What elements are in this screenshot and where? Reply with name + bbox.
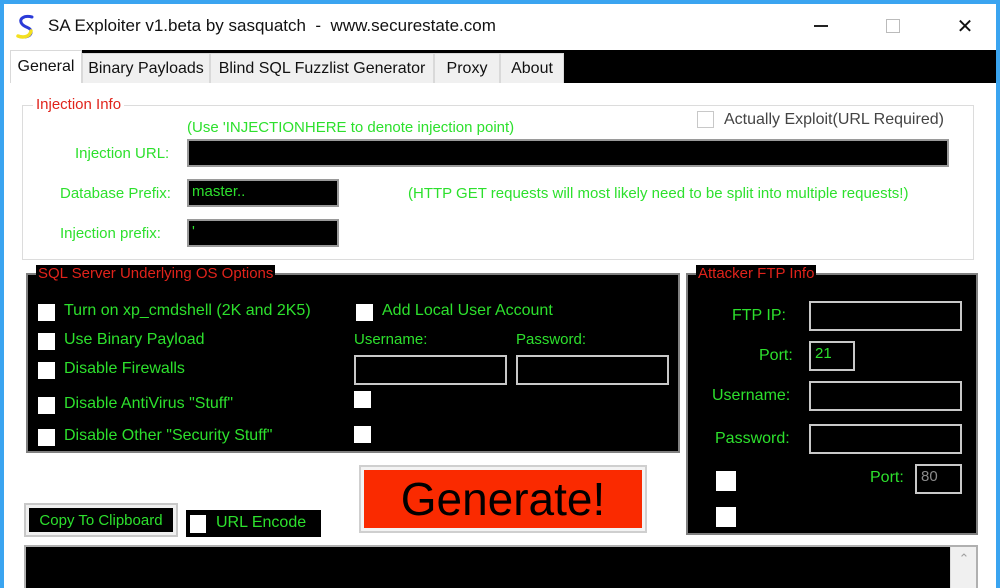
ftp-option-checkbox-1[interactable]: [716, 471, 736, 491]
disable-security-label: Disable Other "Security Stuff": [64, 427, 273, 444]
tab-about[interactable]: About: [500, 53, 564, 83]
url-encode-control: URL Encode: [186, 510, 321, 537]
ftp-ip-label: FTP IP:: [732, 307, 786, 324]
minimize-button[interactable]: [798, 10, 844, 42]
injection-hint: (Use 'INJECTIONHERE to denote injection …: [187, 119, 515, 136]
xp-cmdshell-checkbox[interactable]: [38, 304, 55, 321]
disable-antivirus-checkbox[interactable]: [38, 397, 55, 414]
injection-prefix-label: Injection prefix:: [60, 225, 161, 242]
tab-strip: General Binary Payloads Blind SQL Fuzzli…: [4, 50, 996, 83]
tab-label: Binary Payloads: [88, 59, 204, 77]
os-options-group: SQL Server Underlying OS Options Turn on…: [26, 265, 680, 453]
tab-general[interactable]: General: [10, 50, 82, 83]
actually-exploit-label: Actually Exploit(URL Required): [724, 111, 944, 128]
url-encode-checkbox[interactable]: [190, 515, 206, 533]
ftp-option-checkbox-2[interactable]: [716, 507, 736, 527]
injection-url-input[interactable]: [187, 139, 949, 167]
os-options-title: SQL Server Underlying OS Options: [36, 265, 276, 282]
ftp-password-input[interactable]: [809, 424, 962, 454]
maximize-button[interactable]: [870, 10, 916, 42]
tab-strip-filler: [564, 50, 996, 83]
add-local-user-label: Add Local User Account: [382, 302, 553, 319]
ftp-port2-label: Port:: [870, 469, 904, 486]
add-local-user-checkbox[interactable]: [356, 304, 373, 321]
injection-prefix-input[interactable]: ': [187, 219, 339, 247]
ftp-password-label: Password:: [715, 430, 790, 447]
disable-security-checkbox[interactable]: [38, 429, 55, 446]
output-scrollbar[interactable]: ⌃: [950, 547, 976, 588]
ftp-port2-input[interactable]: 80: [915, 464, 962, 494]
ftp-port-label: Port:: [759, 347, 793, 364]
generate-button[interactable]: Generate!: [359, 465, 647, 533]
tab-blind-sql-fuzzlist[interactable]: Blind SQL Fuzzlist Generator: [210, 53, 434, 83]
app-logo-icon: [16, 15, 34, 39]
app-window: SA Exploiter v1.beta by sasquatch - www.…: [4, 4, 996, 588]
tab-label: About: [511, 59, 553, 77]
local-password-input[interactable]: [516, 355, 669, 385]
maximize-icon: [886, 19, 900, 33]
binary-payload-label: Use Binary Payload: [64, 331, 205, 348]
ftp-info-title: Attacker FTP Info: [696, 265, 817, 282]
xp-cmdshell-label: Turn on xp_cmdshell (2K and 2K5): [64, 302, 311, 319]
tab-label: Proxy: [446, 59, 488, 77]
window-title: SA Exploiter v1.beta by sasquatch - www.…: [48, 16, 496, 35]
local-password-label: Password:: [516, 331, 587, 348]
disable-firewalls-label: Disable Firewalls: [64, 360, 185, 377]
ftp-username-input[interactable]: [809, 381, 962, 411]
local-username-input[interactable]: [354, 355, 507, 385]
database-prefix-label: Database Prefix:: [60, 185, 171, 202]
close-icon: ✕: [956, 15, 974, 38]
ftp-info-group: Attacker FTP Info FTP IP: Port: 21 Usern…: [686, 265, 978, 535]
ftp-port-input[interactable]: 21: [809, 341, 855, 371]
injection-info-group: Injection Info (Use 'INJECTIONHERE to de…: [22, 96, 974, 260]
injection-info-title: Injection Info: [33, 96, 125, 113]
tab-label: Blind SQL Fuzzlist Generator: [218, 59, 426, 77]
tab-proxy[interactable]: Proxy: [434, 53, 500, 83]
ftp-ip-input[interactable]: [809, 301, 962, 331]
http-get-note: (HTTP GET requests will most likely need…: [408, 185, 909, 202]
disable-firewalls-checkbox[interactable]: [38, 362, 55, 379]
actually-exploit-checkbox[interactable]: [697, 111, 714, 128]
tab-binary-payloads[interactable]: Binary Payloads: [82, 53, 210, 83]
extra-option-checkbox-1[interactable]: [354, 391, 371, 408]
ftp-username-label: Username:: [712, 387, 791, 404]
minimize-icon: [814, 25, 828, 27]
copy-to-clipboard-button[interactable]: Copy To Clipboard: [24, 503, 178, 537]
close-button[interactable]: ✕: [942, 10, 988, 42]
scroll-up-icon[interactable]: ⌃: [951, 551, 977, 571]
generate-label: Generate!: [364, 470, 642, 528]
title-bar: SA Exploiter v1.beta by sasquatch - www.…: [4, 4, 996, 48]
tab-label: General: [17, 58, 75, 75]
url-encode-label: URL Encode: [216, 514, 307, 531]
output-textarea[interactable]: ⌃: [24, 545, 978, 588]
injection-url-label: Injection URL:: [75, 145, 170, 162]
database-prefix-input[interactable]: master..: [187, 179, 339, 207]
general-tab-content: Injection Info (Use 'INJECTIONHERE to de…: [4, 83, 996, 588]
copy-to-clipboard-label: Copy To Clipboard: [29, 508, 173, 532]
local-username-label: Username:: [354, 331, 428, 348]
extra-option-checkbox-2[interactable]: [354, 426, 371, 443]
binary-payload-checkbox[interactable]: [38, 333, 55, 350]
disable-antivirus-label: Disable AntiVirus "Stuff": [64, 395, 234, 412]
